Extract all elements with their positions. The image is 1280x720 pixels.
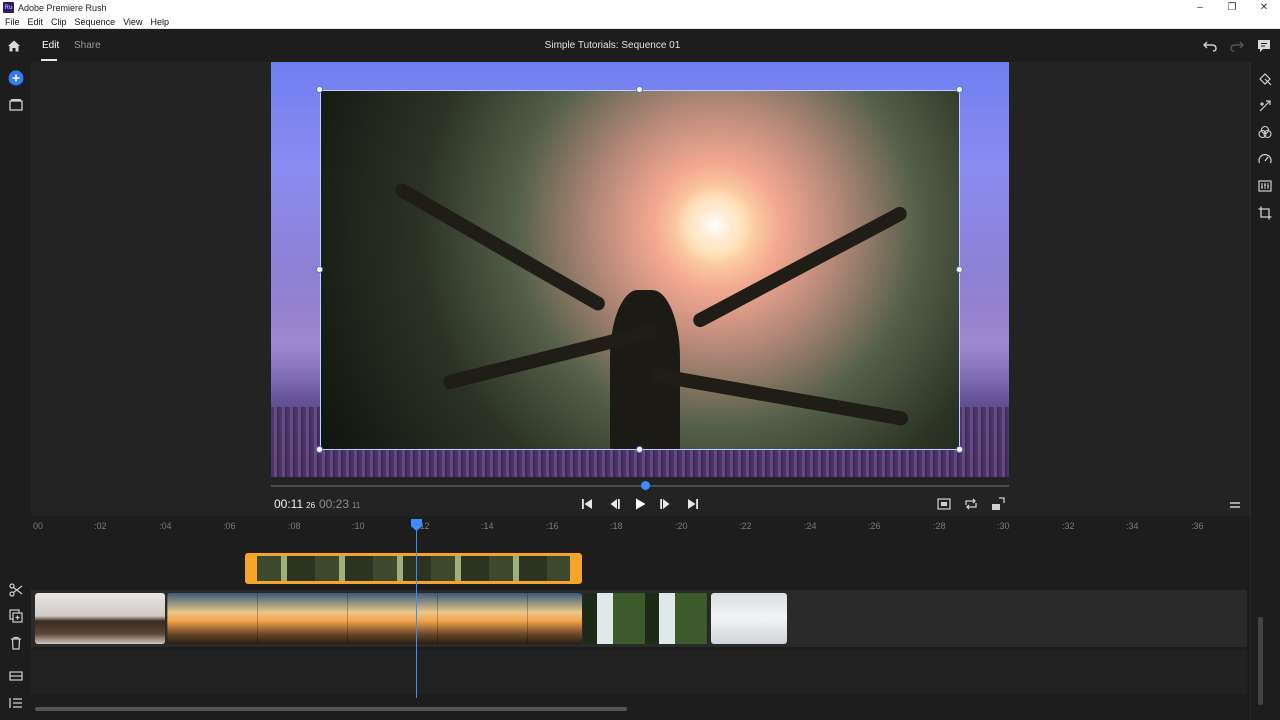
play-icon[interactable]	[632, 496, 648, 512]
fullscreen-icon[interactable]	[990, 496, 1006, 512]
ruler-label: :18	[610, 521, 623, 531]
left-tool-rail	[0, 62, 31, 720]
ruler-label: :04	[159, 521, 172, 531]
clip-thumbnails	[257, 556, 570, 581]
clip-waterfall[interactable]	[583, 593, 709, 644]
split-icon[interactable]	[8, 582, 24, 598]
audio-icon[interactable]	[1257, 178, 1273, 194]
clip-highland-cattle[interactable]	[35, 593, 165, 644]
ruler-label: :16	[546, 521, 559, 531]
speed-icon[interactable]	[1257, 151, 1273, 167]
sequence-title: Simple Tutorials: Sequence 01	[544, 40, 681, 51]
premiere-rush-app-icon: Ru	[3, 2, 14, 13]
feedback-icon[interactable]	[1256, 38, 1272, 54]
total-duration: 00:23 11	[319, 497, 360, 511]
skip-to-start-icon[interactable]	[579, 496, 595, 512]
clip-thumbnail	[167, 593, 582, 644]
timeline-horizontal-scrollbar[interactable]	[35, 707, 627, 711]
skip-to-end-icon[interactable]	[685, 496, 701, 512]
resize-handle-top[interactable]	[636, 86, 643, 93]
window-controls: – ❐ ✕	[1184, 0, 1280, 15]
menu-clip[interactable]: Clip	[51, 17, 67, 27]
ruler-label: :08	[288, 521, 301, 531]
restore-button[interactable]: ❐	[1216, 0, 1248, 15]
ruler-label: 00	[33, 521, 44, 531]
overlay-clip-tree[interactable]	[245, 553, 582, 584]
menu-view[interactable]: View	[123, 17, 142, 27]
resize-handle-right[interactable]	[956, 266, 963, 273]
track-toggle-icon[interactable]	[8, 668, 24, 684]
color-icon[interactable]	[1257, 124, 1273, 140]
current-timecode-frames: 26	[306, 501, 316, 510]
ruler-label: :14	[481, 521, 494, 531]
delete-icon[interactable]	[8, 635, 24, 651]
step-back-icon[interactable]	[606, 496, 622, 512]
resize-handle-top-right[interactable]	[956, 86, 963, 93]
redo-icon[interactable]	[1229, 38, 1245, 54]
resize-handle-bottom[interactable]	[636, 446, 643, 453]
step-forward-icon[interactable]	[658, 496, 674, 512]
audio-track[interactable]	[31, 650, 1247, 694]
effects-icon[interactable]	[1257, 98, 1273, 114]
clip-thumbnail	[35, 593, 165, 644]
project-media-icon[interactable]	[8, 97, 24, 113]
ruler-label: :34	[1126, 521, 1139, 531]
active-tab-indicator	[41, 59, 57, 61]
resize-handle-left[interactable]	[316, 266, 323, 273]
menu-help[interactable]: Help	[150, 17, 169, 27]
window-title: Adobe Premiere Rush	[18, 2, 107, 13]
crop-icon[interactable]	[1257, 205, 1273, 221]
ruler-label: :20	[675, 521, 688, 531]
app-top-bar: Edit Share Simple Tutorials: Sequence 01	[0, 30, 1280, 62]
ruler-label: :30	[997, 521, 1010, 531]
timeline-vertical-scrollbar[interactable]	[1258, 617, 1263, 705]
os-title-bar: Ru Adobe Premiere Rush – ❐ ✕	[0, 0, 1280, 15]
ruler-label: :36	[1191, 521, 1204, 531]
ruler-label: :26	[868, 521, 881, 531]
undo-icon[interactable]	[1202, 38, 1218, 54]
scrubber-head[interactable]	[641, 481, 650, 490]
monitor-scrubber[interactable]	[271, 485, 1009, 487]
current-timecode: 00:11 26	[274, 497, 315, 511]
total-duration-value: 00:23	[319, 497, 350, 511]
clip-thumbnail	[711, 593, 787, 644]
track-list-icon[interactable]	[8, 695, 24, 711]
menu-file[interactable]: File	[5, 17, 20, 27]
transform-icon[interactable]	[1257, 71, 1273, 87]
menu-edit[interactable]: Edit	[28, 17, 44, 27]
menu-icon[interactable]	[1228, 499, 1242, 511]
timeline-playhead[interactable]	[416, 526, 417, 698]
right-tool-rail	[1250, 62, 1280, 720]
fit-frame-icon[interactable]	[936, 496, 952, 512]
ruler-label: :06	[223, 521, 236, 531]
menu-sequence[interactable]: Sequence	[75, 17, 116, 27]
timeline-ruler[interactable]: 00 :02 :04 :06 :08 :10 :12 :14 :16 :18 :…	[31, 518, 1250, 534]
minimize-button[interactable]: –	[1184, 0, 1216, 15]
clip-white-horse[interactable]	[711, 593, 787, 644]
loop-icon[interactable]	[963, 496, 979, 512]
ruler-label: :22	[739, 521, 752, 531]
total-duration-frames: 11	[352, 501, 361, 510]
clip-sunrise-valley[interactable]	[167, 593, 582, 644]
close-button[interactable]: ✕	[1248, 0, 1280, 15]
resize-handle-bottom-right[interactable]	[956, 446, 963, 453]
clip-thumbnail	[583, 593, 709, 644]
menu-bar: File Edit Clip Sequence View Help	[0, 15, 1280, 29]
add-media-icon[interactable]	[8, 70, 24, 86]
ruler-label: :02	[94, 521, 107, 531]
transform-selection-box[interactable]	[320, 90, 960, 450]
resize-handle-bottom-left[interactable]	[316, 446, 323, 453]
ruler-label: :32	[1062, 521, 1075, 531]
current-timecode-value: 00:11	[274, 497, 304, 511]
ruler-label: :24	[804, 521, 817, 531]
ruler-label: :10	[352, 521, 365, 531]
ruler-label: :28	[933, 521, 946, 531]
duplicate-icon[interactable]	[8, 608, 24, 624]
resize-handle-top-left[interactable]	[316, 86, 323, 93]
